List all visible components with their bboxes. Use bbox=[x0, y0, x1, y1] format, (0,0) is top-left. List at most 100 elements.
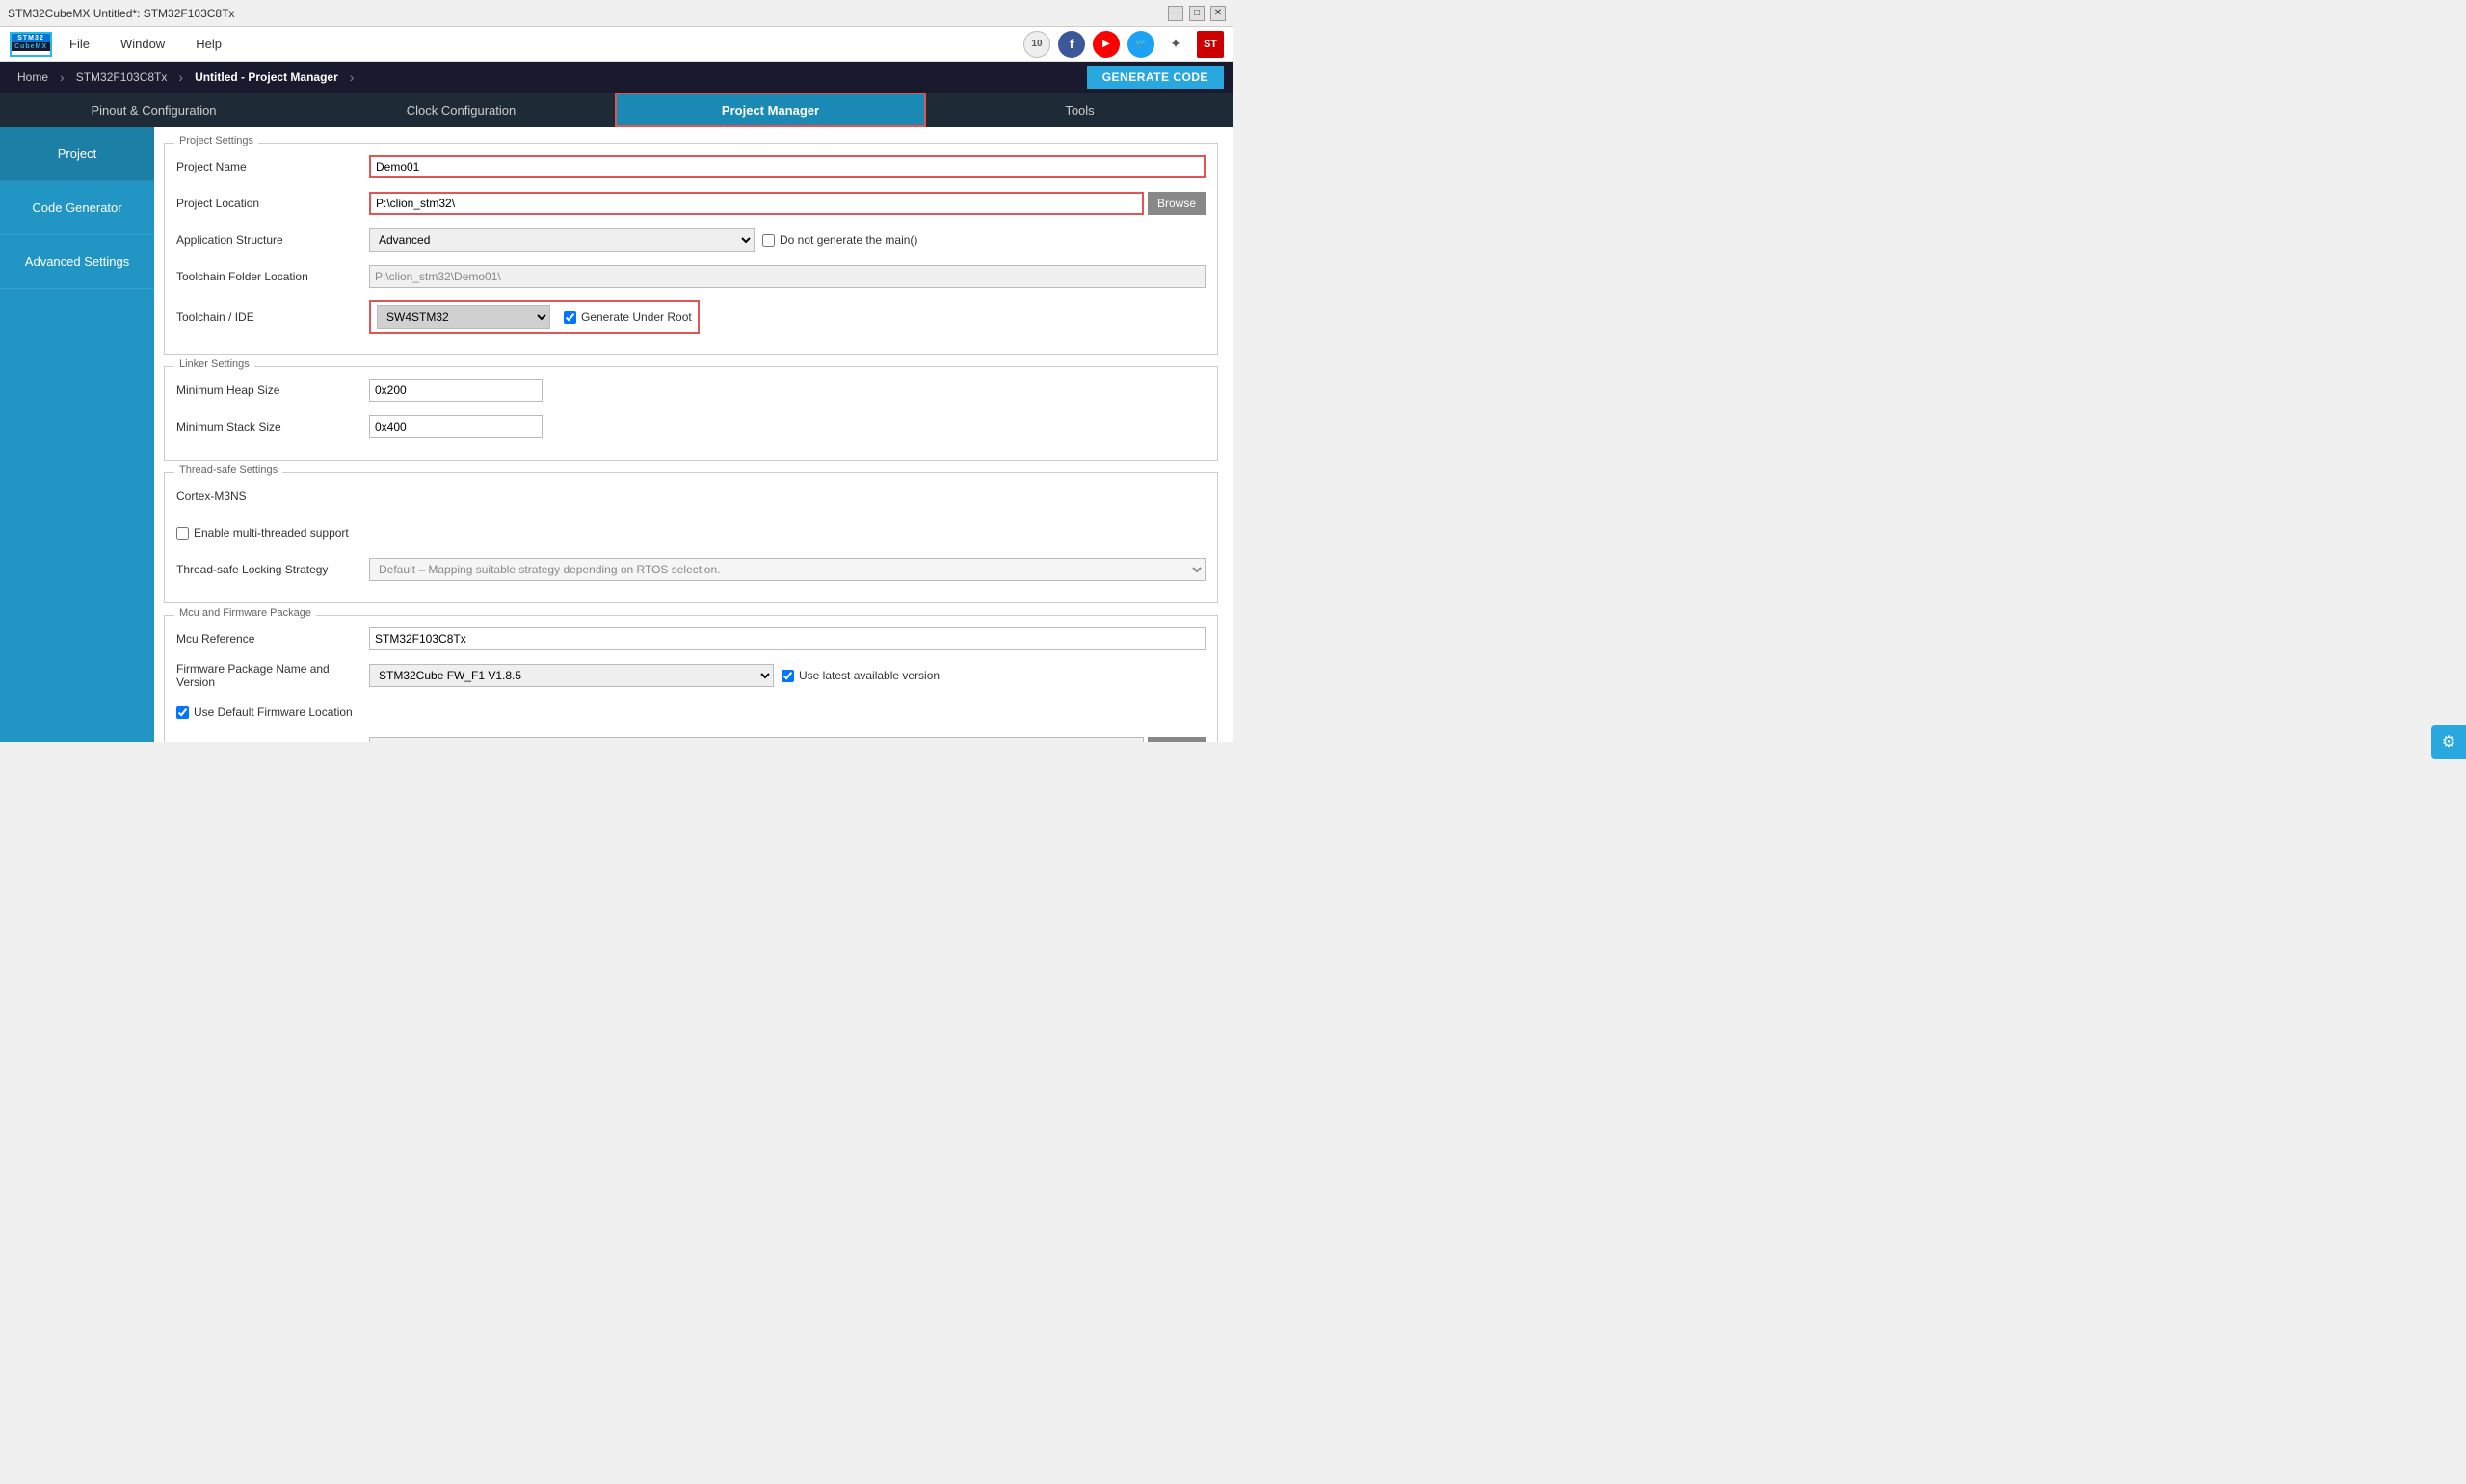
breadcrumb-sep-2: › bbox=[178, 69, 183, 85]
tab-tools[interactable]: Tools bbox=[926, 93, 1233, 127]
youtube-icon[interactable]: ▶ bbox=[1093, 31, 1120, 58]
breadcrumb-sep-1: › bbox=[60, 69, 65, 85]
project-location-label: Project Location bbox=[176, 197, 369, 210]
locking-strategy-label: Thread-safe Locking Strategy bbox=[176, 563, 369, 576]
fab-icon: ⚙ bbox=[2442, 732, 2455, 752]
menu-bar: STM32 CubeMX File Window Help 10 f ▶ 🐦 ✦… bbox=[0, 27, 1233, 62]
logo-bottom: CubeMX bbox=[12, 42, 50, 51]
tab-bar: Pinout & Configuration Clock Configurati… bbox=[0, 93, 1233, 127]
min-stack-input[interactable] bbox=[369, 415, 543, 438]
linker-settings-legend: Linker Settings bbox=[174, 358, 254, 370]
firmware-pkg-row: Firmware Package Name and Version STM32C… bbox=[176, 662, 1206, 689]
fab-button[interactable]: ⚙ bbox=[2431, 725, 2466, 759]
generate-code-button[interactable]: GENERATE CODE bbox=[1087, 66, 1224, 89]
mcu-firmware-legend: Mcu and Firmware Package bbox=[174, 607, 316, 619]
enable-multi-thread-checkbox[interactable] bbox=[176, 527, 189, 540]
sidebar-item-project[interactable]: Project bbox=[0, 127, 154, 181]
locking-strategy-row: Thread-safe Locking Strategy Default – M… bbox=[176, 556, 1206, 583]
use-default-firmware-checkbox[interactable] bbox=[176, 706, 189, 719]
maximize-button[interactable]: □ bbox=[1189, 6, 1205, 21]
project-name-input[interactable] bbox=[369, 155, 1206, 178]
generate-under-root-text: Generate Under Root bbox=[581, 310, 692, 324]
firmware-browse-button[interactable]: Browse bbox=[1148, 737, 1206, 742]
logo-top: STM32 bbox=[12, 34, 50, 42]
breadcrumb-project[interactable]: Untitled - Project Manager bbox=[187, 68, 346, 86]
sidebar: Project Code Generator Advanced Settings bbox=[0, 127, 154, 742]
mcu-ref-row: Mcu Reference bbox=[176, 625, 1206, 652]
enable-multi-thread-text: Enable multi-threaded support bbox=[194, 526, 349, 540]
network-icon[interactable]: 10 bbox=[1023, 31, 1050, 58]
thread-safe-settings-section: Thread-safe Settings Cortex-M3NS Enable … bbox=[164, 472, 1218, 603]
use-default-firmware-text: Use Default Firmware Location bbox=[194, 705, 353, 719]
project-location-browse-button[interactable]: Browse bbox=[1148, 192, 1206, 215]
firmware-rel-path-input bbox=[369, 737, 1144, 742]
title-bar-controls: — □ ✕ bbox=[1168, 6, 1226, 21]
project-settings-legend: Project Settings bbox=[174, 135, 258, 146]
facebook-icon[interactable]: f bbox=[1058, 31, 1085, 58]
main-layout: Project Code Generator Advanced Settings… bbox=[0, 127, 1233, 742]
breadcrumb: Home › STM32F103C8Tx › Untitled - Projec… bbox=[10, 68, 354, 86]
locking-strategy-select[interactable]: Default – Mapping suitable strategy depe… bbox=[369, 558, 1206, 581]
twitter-icon[interactable]: 🐦 bbox=[1127, 31, 1154, 58]
share-icon[interactable]: ✦ bbox=[1162, 31, 1189, 58]
title-bar-text: STM32CubeMX Untitled*: STM32F103C8Tx bbox=[8, 7, 234, 20]
st-logo: ST bbox=[1197, 31, 1224, 58]
close-button[interactable]: ✕ bbox=[1210, 6, 1226, 21]
tab-pinout[interactable]: Pinout & Configuration bbox=[0, 93, 307, 127]
project-name-label: Project Name bbox=[176, 160, 369, 173]
window-menu[interactable]: Window bbox=[107, 33, 178, 55]
right-icons: 10 f ▶ 🐦 ✦ ST bbox=[1023, 31, 1224, 58]
generate-under-root-label: Generate Under Root bbox=[564, 310, 692, 324]
mcu-ref-label: Mcu Reference bbox=[176, 632, 369, 646]
project-settings-section: Project Settings Project Name Project Lo… bbox=[164, 143, 1218, 355]
mcu-ref-input[interactable] bbox=[369, 627, 1206, 650]
breadcrumb-sep-3: › bbox=[350, 69, 355, 85]
cortex-label: Cortex-M3NS bbox=[176, 490, 247, 503]
sidebar-item-code-generator[interactable]: Code Generator bbox=[0, 181, 154, 235]
breadcrumb-chip[interactable]: STM32F103C8Tx bbox=[68, 68, 175, 86]
breadcrumb-home[interactable]: Home bbox=[10, 68, 56, 86]
content-area: Project Settings Project Name Project Lo… bbox=[154, 127, 1233, 742]
title-bar: STM32CubeMX Untitled*: STM32F103C8Tx — □… bbox=[0, 0, 1233, 27]
toolchain-ide-select[interactable]: SW4STM32 MDK-ARM IAR CMake Makefile bbox=[377, 305, 550, 329]
project-location-row: Project Location Browse bbox=[176, 190, 1206, 217]
project-location-input[interactable] bbox=[369, 192, 1144, 215]
firmware-rel-path-row: Firmware Relative Path Browse bbox=[176, 735, 1206, 742]
app-structure-row: Application Structure Advanced Basic Do … bbox=[176, 226, 1206, 253]
project-name-row: Project Name bbox=[176, 153, 1206, 180]
use-default-firmware-row: Use Default Firmware Location bbox=[176, 699, 1206, 726]
app-structure-select[interactable]: Advanced Basic bbox=[369, 228, 755, 252]
file-menu[interactable]: File bbox=[56, 33, 103, 55]
min-stack-row: Minimum Stack Size bbox=[176, 413, 1206, 440]
min-heap-input[interactable] bbox=[369, 379, 543, 402]
firmware-pkg-select[interactable]: STM32Cube FW_F1 V1.8.5 bbox=[369, 664, 774, 687]
stm32-logo: STM32 CubeMX bbox=[10, 32, 52, 57]
firmware-pkg-label: Firmware Package Name and Version bbox=[176, 662, 369, 689]
generate-under-root-checkbox[interactable] bbox=[564, 311, 576, 324]
enable-multi-thread-label: Enable multi-threaded support bbox=[176, 526, 349, 540]
sidebar-item-advanced-settings[interactable]: Advanced Settings bbox=[0, 235, 154, 289]
toolchain-folder-input bbox=[369, 265, 1206, 288]
toolchain-folder-row: Toolchain Folder Location bbox=[176, 263, 1206, 290]
min-stack-label: Minimum Stack Size bbox=[176, 420, 369, 434]
minimize-button[interactable]: — bbox=[1168, 6, 1183, 21]
enable-multi-thread-row: Enable multi-threaded support bbox=[176, 519, 1206, 546]
use-latest-checkbox[interactable] bbox=[782, 670, 794, 682]
mcu-firmware-section: Mcu and Firmware Package Mcu Reference F… bbox=[164, 615, 1218, 742]
tab-clock[interactable]: Clock Configuration bbox=[307, 93, 615, 127]
menu-bar-left: STM32 CubeMX File Window Help bbox=[10, 32, 235, 57]
breadcrumb-bar: Home › STM32F103C8Tx › Untitled - Projec… bbox=[0, 62, 1233, 93]
use-default-firmware-label: Use Default Firmware Location bbox=[176, 705, 353, 719]
logo-wrap: STM32 CubeMX bbox=[10, 32, 52, 57]
app-structure-label: Application Structure bbox=[176, 233, 369, 247]
use-latest-label: Use latest available version bbox=[782, 669, 940, 682]
toolchain-ide-box: SW4STM32 MDK-ARM IAR CMake Makefile Gene… bbox=[369, 300, 700, 334]
use-latest-text: Use latest available version bbox=[799, 669, 940, 682]
do-not-generate-main-text: Do not generate the main() bbox=[780, 233, 917, 247]
tab-project-manager[interactable]: Project Manager bbox=[615, 93, 926, 127]
linker-settings-section: Linker Settings Minimum Heap Size Minimu… bbox=[164, 366, 1218, 461]
do-not-generate-main-checkbox[interactable] bbox=[762, 234, 775, 247]
cortex-row: Cortex-M3NS bbox=[176, 483, 1206, 510]
help-menu[interactable]: Help bbox=[182, 33, 235, 55]
min-heap-row: Minimum Heap Size bbox=[176, 377, 1206, 404]
